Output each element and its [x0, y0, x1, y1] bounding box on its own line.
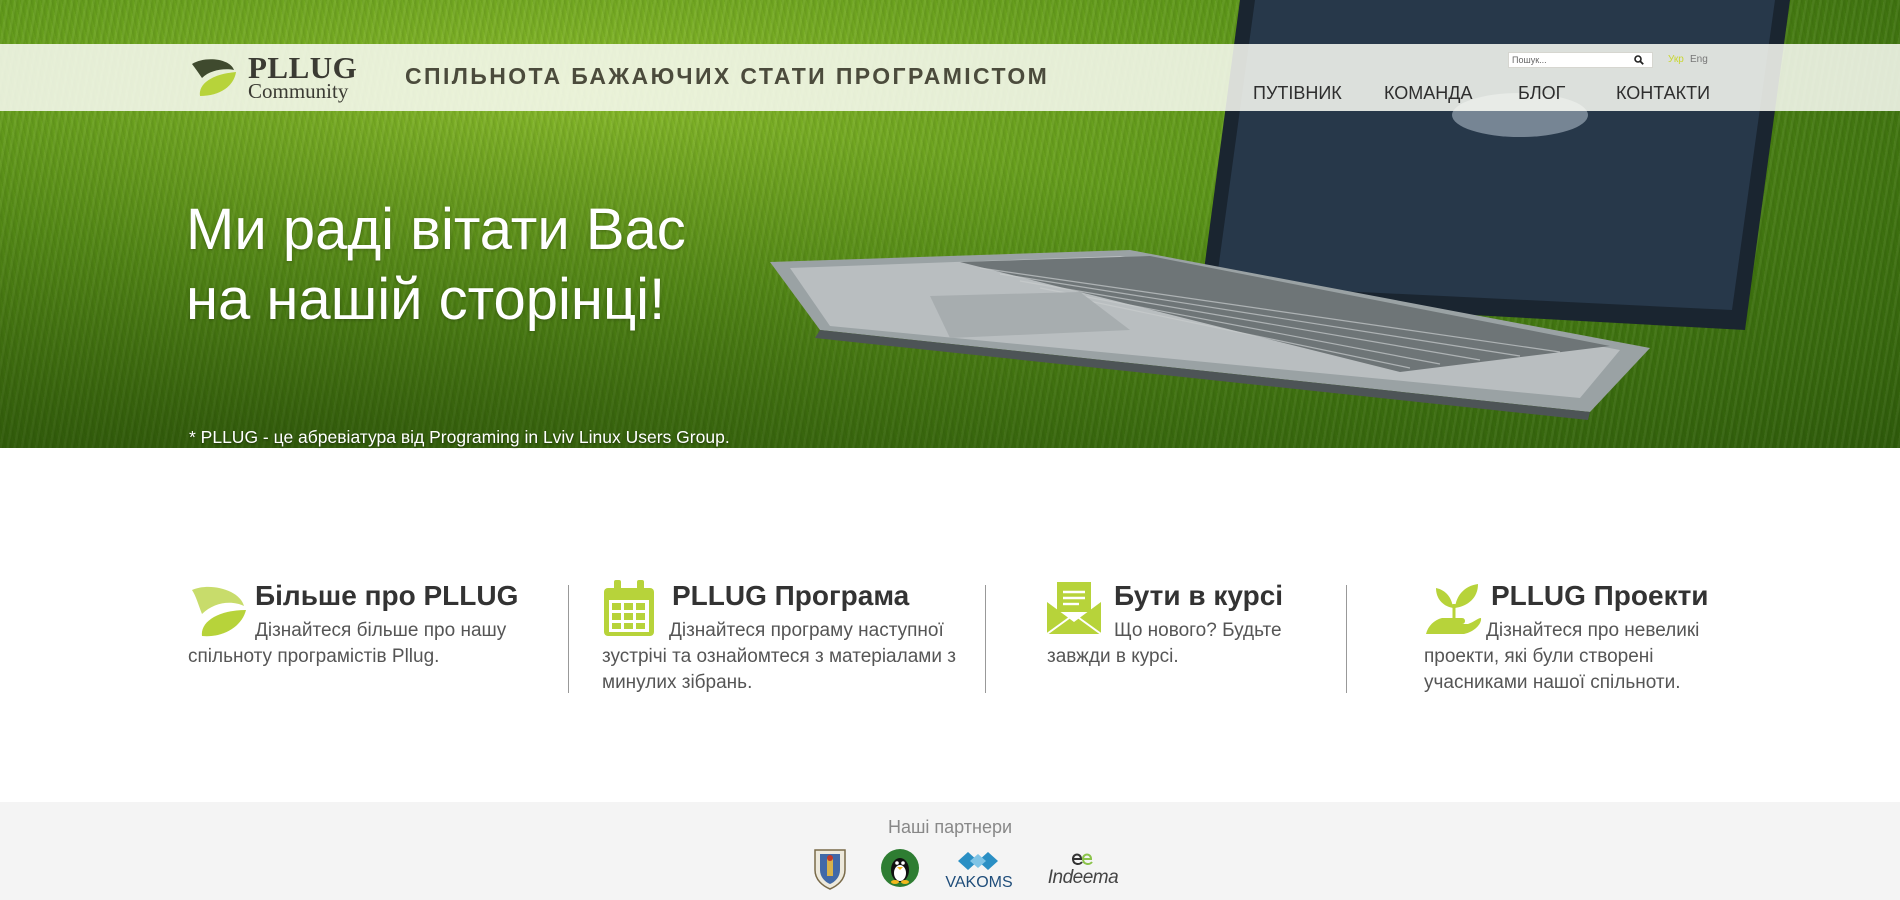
- nav-item-contacts[interactable]: КОНТАКТИ: [1616, 82, 1710, 104]
- partners-title: Наші партнери: [887, 817, 1013, 837]
- feature-title: PLLUG Проекти: [1491, 580, 1709, 611]
- feature-text: Дізнайтеся програму наступної зустрічі т…: [602, 620, 956, 693]
- feature-title: Бути в курсі: [1114, 580, 1284, 611]
- lang-ukrainian-link[interactable]: Укр: [1668, 54, 1684, 66]
- feature-text: Дізнайтеся про невеликі проекти, які бул…: [1424, 620, 1700, 693]
- site-tagline: СПІЛЬНОТА БАЖАЮЧИХ СТАТИ ПРОГРАМІСТОМ: [405, 63, 1050, 89]
- search-input[interactable]: [1509, 53, 1629, 67]
- indeema-label: Indeema: [1047, 867, 1119, 888]
- leaf-logo-icon: [192, 59, 236, 96]
- feature-divider: [985, 585, 986, 693]
- tux-penguin-icon: [881, 849, 919, 887]
- nav-item-team[interactable]: КОМАНДА: [1384, 82, 1472, 104]
- university-crest-icon: [814, 849, 846, 890]
- indeema-logo: [1071, 853, 1093, 865]
- feature-title: PLLUG Програма: [672, 580, 910, 611]
- partner-linux[interactable]: [880, 848, 920, 893]
- partner-vakoms[interactable]: VAKOMS: [944, 850, 1014, 892]
- search-icon[interactable]: [1629, 53, 1649, 67]
- feature-title: Більше про PLLUG: [255, 580, 519, 611]
- vakoms-label: VAKOMS: [945, 874, 1013, 891]
- partner-indeema[interactable]: Indeema: [1043, 850, 1123, 888]
- search-box: [1508, 52, 1653, 68]
- partner-university[interactable]: [811, 848, 849, 895]
- feature-divider: [568, 585, 569, 693]
- hero-footnote: * PLLUG - це абревіатура від Programing …: [189, 427, 730, 447]
- feature-divider: [1346, 585, 1347, 693]
- hero-title-line-1: Ми раді вітати Вас: [186, 197, 686, 262]
- feature-text: Що нового? Будьте завжди в курсі.: [1047, 620, 1282, 667]
- site-logo[interactable]: PLLUG Community: [190, 52, 360, 104]
- logo-subtitle: Community: [248, 79, 349, 103]
- nav-item-guide[interactable]: ПУТІВНИК: [1253, 82, 1342, 104]
- hero-title: Ми раді вітати Вас на нашій сторінці!: [186, 195, 686, 335]
- feature-text: Дізнайтеся більше про нашу спільноту про…: [188, 620, 507, 667]
- lang-english-link[interactable]: Eng: [1690, 54, 1708, 66]
- nav-item-blog[interactable]: БЛОГ: [1518, 82, 1565, 104]
- hero-title-line-2: на нашій сторінці!: [186, 267, 666, 332]
- vakoms-logo: [958, 852, 998, 870]
